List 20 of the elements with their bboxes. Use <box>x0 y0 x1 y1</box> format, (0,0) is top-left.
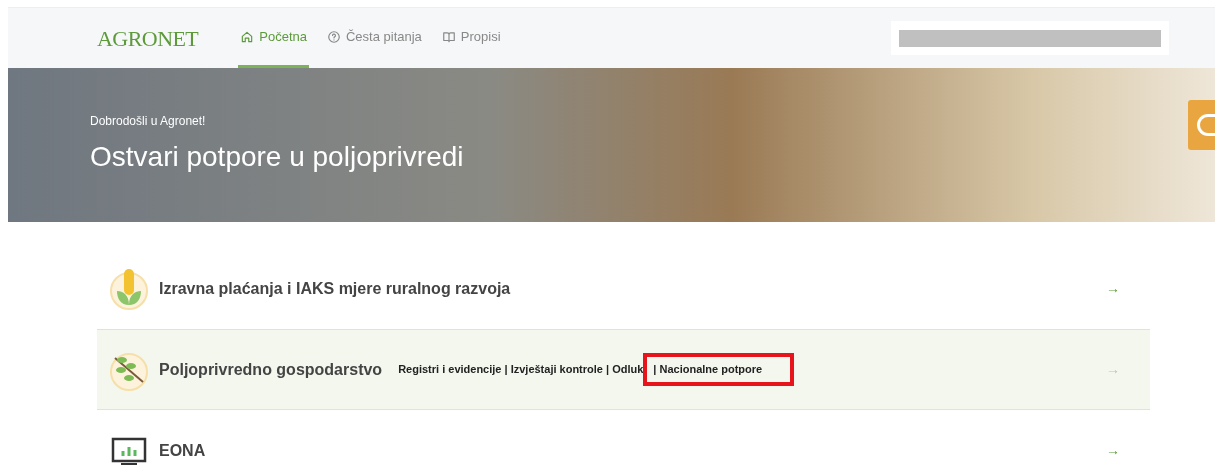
chart-icon <box>109 435 149 466</box>
nav-link[interactable]: Propisi <box>439 8 503 68</box>
category-title: EONA <box>159 440 206 461</box>
search-field[interactable] <box>891 21 1169 55</box>
category-title: Poljoprivredno gospodarstvo <box>159 359 383 380</box>
info-tab[interactable] <box>1188 100 1215 150</box>
nav-link[interactable]: Česta pitanja <box>324 8 424 68</box>
category-title: Izravna plaćanja i IAKS mjere ruralnog razvoja <box>159 278 511 299</box>
hero-greeting: Dobrodošli u Agronet! <box>90 113 206 130</box>
logo[interactable]: AGRONET <box>97 21 199 55</box>
arrow-link[interactable]: → <box>1106 440 1120 461</box>
corn-icon <box>109 266 149 311</box>
arrow-link[interactable]: → <box>1106 278 1120 299</box>
category-link[interactable]: | Nacionalne potpore <box>643 353 795 386</box>
category-link[interactable]: Registri i evidencije | Izvještaji kontrole | Odluk <box>398 361 644 378</box>
hero-title: Ostvari potpore u poljoprivredi <box>90 140 464 174</box>
help-icon <box>326 29 341 44</box>
book-icon <box>441 29 456 44</box>
category-row[interactable]: Poljoprivredno gospodarstvo Registri i evidencije | Izvještaji kontrole | Odluk | Nacionalne potpore → <box>97 329 1150 410</box>
home-icon <box>240 29 255 44</box>
